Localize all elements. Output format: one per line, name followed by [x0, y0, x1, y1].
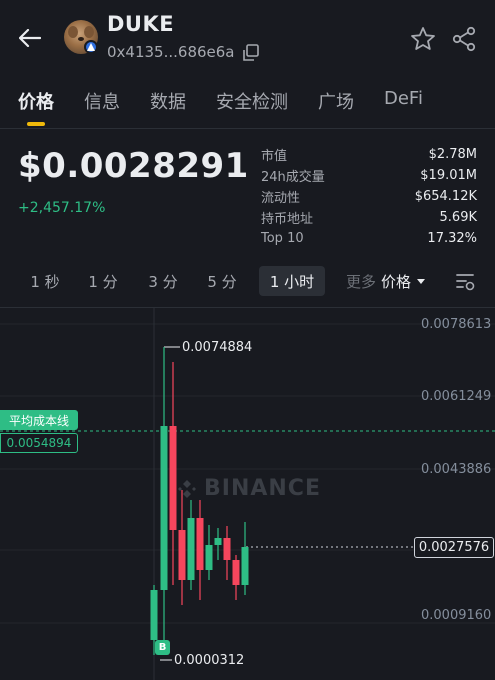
watermark-text: BINANCE	[204, 476, 321, 501]
back-button[interactable]	[14, 22, 46, 54]
token-name: DUKE	[107, 12, 175, 36]
token-stats: 市值 $2.78M 24h成交量 $19.01M 流动性 $654.12K 持币…	[261, 144, 477, 249]
candle-body	[223, 538, 231, 560]
stat-label: Top 10	[261, 231, 304, 246]
chart-type-label: 价格	[381, 272, 412, 291]
buy-marker[interactable]: B	[155, 640, 170, 655]
low-price-label: 0.0000312	[174, 653, 245, 668]
current-price-tag: 0.0027576	[414, 537, 494, 558]
candle-body	[187, 518, 195, 580]
tab-square[interactable]: 广场	[318, 88, 354, 118]
avatar-nose	[78, 37, 84, 41]
candle-body	[196, 518, 204, 570]
stat-value: $19.01M	[420, 168, 477, 183]
share-icon[interactable]	[451, 26, 477, 52]
stat-row-market-cap: 市值 $2.78M	[261, 144, 477, 165]
candle-body	[178, 530, 186, 580]
tab-data[interactable]: 数据	[150, 88, 186, 118]
current-price: $0.0028291	[18, 146, 249, 186]
stat-label: 流动性	[261, 191, 301, 206]
stat-row-top10: Top 10 17.32%	[261, 228, 477, 249]
divider	[0, 128, 495, 129]
interval-1m[interactable]: 1 分	[80, 266, 126, 296]
tab-bar: 价格 信息 数据 安全检测 广场 DeFi	[18, 88, 495, 118]
avg-cost-value: 0.0054894	[0, 433, 78, 453]
more-intervals-button[interactable]: 更多	[346, 266, 376, 296]
avatar-ear	[68, 26, 78, 38]
stat-label: 24h成交量	[261, 170, 325, 185]
y-axis-label: 0.0078613	[421, 317, 492, 332]
copy-icon[interactable]	[242, 44, 260, 62]
tab-info[interactable]: 信息	[84, 88, 120, 118]
stat-value: 17.32%	[427, 231, 477, 246]
stat-label: 市值	[261, 149, 288, 164]
candle-body	[241, 547, 249, 585]
y-axis-label: 0.0009160	[421, 608, 492, 623]
candle-body	[232, 560, 240, 585]
binance-logo-icon	[178, 479, 196, 498]
candle-body	[205, 545, 213, 570]
y-axis-label: 0.0043886	[421, 462, 492, 477]
stat-row-holders: 持币地址 5.69K	[261, 207, 477, 228]
tab-security-check[interactable]: 安全检测	[216, 88, 288, 118]
tab-defi[interactable]: DeFi	[384, 88, 423, 118]
favorite-star-icon[interactable]	[410, 26, 436, 52]
interval-5m[interactable]: 5 分	[199, 266, 245, 296]
chart-type-select[interactable]: 价格	[381, 266, 430, 296]
stat-value: 5.69K	[439, 210, 477, 225]
interval-1h[interactable]: 1 小时	[259, 266, 325, 296]
chain-badge-icon	[84, 40, 98, 54]
stat-row-volume: 24h成交量 $19.01M	[261, 165, 477, 186]
candle-body	[214, 538, 222, 545]
arrow-left-icon	[19, 29, 41, 47]
y-axis-label: 0.0061249	[421, 389, 492, 404]
high-price-label: 0.0074884	[182, 340, 253, 355]
stat-label: 持币地址	[261, 212, 314, 227]
active-tab-indicator	[27, 122, 45, 126]
price-change: +2,457.17%	[18, 200, 106, 216]
avatar-ear	[84, 26, 94, 38]
interval-bar: 1 秒 1 分 3 分 5 分 1 小时 更多 价格	[0, 262, 495, 298]
tab-price[interactable]: 价格	[18, 88, 54, 118]
chart-settings-icon[interactable]	[454, 270, 476, 292]
caret-down-icon	[417, 278, 426, 284]
interval-1s[interactable]: 1 秒	[22, 266, 68, 296]
contract-address: 0x4135...686e6a	[107, 43, 235, 61]
candle-body	[150, 590, 158, 640]
interval-3m[interactable]: 3 分	[140, 266, 186, 296]
candles	[150, 347, 249, 655]
binance-watermark: BINANCE	[176, 476, 321, 501]
stat-value: $654.12K	[414, 189, 477, 204]
stat-value: $2.78M	[428, 147, 477, 162]
avg-cost-tag: 平均成本线	[0, 410, 78, 430]
candle-body	[160, 426, 168, 590]
stat-row-liquidity: 流动性 $654.12K	[261, 186, 477, 207]
